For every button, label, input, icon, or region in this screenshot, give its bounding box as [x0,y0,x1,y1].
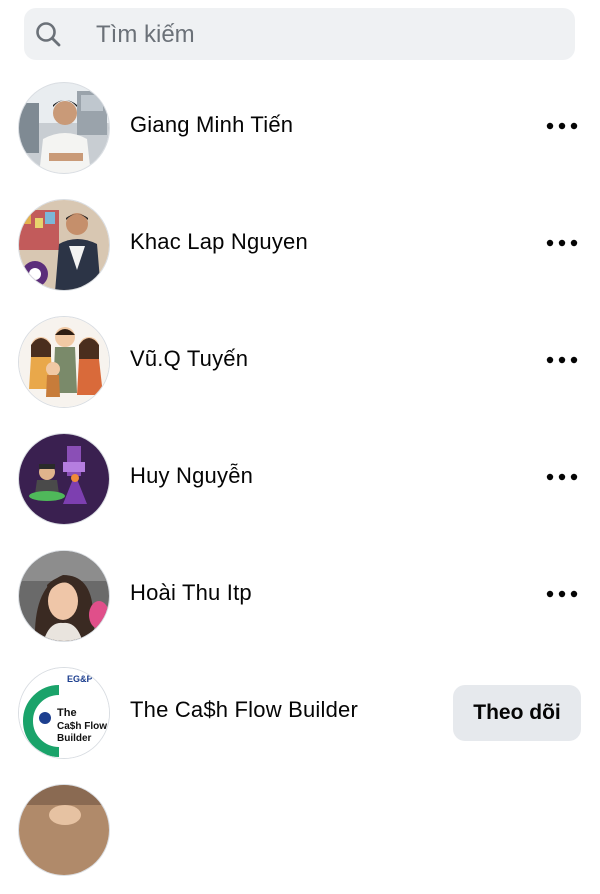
avatar[interactable] [18,784,110,876]
more-options-button[interactable] [540,228,584,258]
logo-top-text: EG&P [67,674,93,684]
contact-name[interactable]: Hoài Thu Itp [130,580,252,606]
more-options-icon [546,356,578,364]
search-icon [34,20,62,48]
more-options-icon [546,473,578,481]
list-item[interactable]: Vũ.Q Tuyến [0,310,600,426]
logo-line3: Builder [57,733,92,744]
list-item[interactable]: EG&P The Ca$h Flow Builder The Ca$h Flow… [0,661,600,777]
more-options-icon [546,590,578,598]
contact-name[interactable]: Giang Minh Tiến [130,112,293,138]
search-bar[interactable] [24,8,575,62]
list-item[interactable] [0,778,600,894]
contact-name[interactable]: Vũ.Q Tuyến [130,346,248,372]
list-item[interactable]: Giang Minh Tiến [0,76,600,192]
more-options-icon [546,122,578,130]
list-item[interactable]: Huy Nguyễn [0,427,600,543]
logo-line1: The [57,707,77,719]
page-logo[interactable]: EG&P The Ca$h Flow Builder [18,667,110,759]
avatar[interactable] [18,82,110,174]
follow-button[interactable]: Theo dõi [453,685,581,741]
avatar[interactable] [18,550,110,642]
avatar[interactable] [18,433,110,525]
avatar[interactable] [18,199,110,291]
list-item[interactable]: Khac Lap Nguyen [0,193,600,309]
page-name[interactable]: The Ca$h Flow Builder [130,697,358,723]
more-options-button[interactable] [540,345,584,375]
avatar[interactable] [18,316,110,408]
list-item[interactable]: Hoài Thu Itp [0,544,600,660]
more-options-button[interactable] [540,462,584,492]
contact-name[interactable]: Khac Lap Nguyen [130,229,308,255]
more-options-button[interactable] [540,111,584,141]
more-options-icon [546,239,578,247]
contact-name[interactable]: Huy Nguyễn [130,463,253,489]
logo-line2: Ca$h Flow [57,721,107,732]
search-input[interactable] [94,8,568,62]
more-options-button[interactable] [540,579,584,609]
